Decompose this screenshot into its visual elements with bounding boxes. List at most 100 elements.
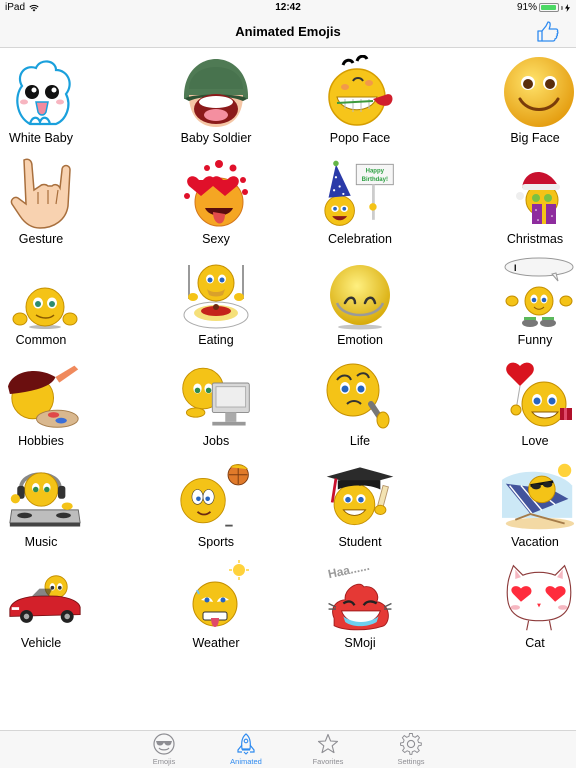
tab-label: Emojis [152,757,176,766]
status-time: 12:42 [275,2,301,13]
tab-animated[interactable]: Animated [216,733,276,768]
category-label: Eating [198,333,234,347]
category-life[interactable]: Life [288,351,432,452]
category-baby-soldier[interactable]: Baby Soldier [144,48,288,149]
star-icon [317,733,339,754]
tab-favorites[interactable]: Favorites [298,733,358,768]
category-label: Love [521,434,549,448]
category-funny[interactable]: I Funny [432,250,576,351]
gesture-icon [8,156,82,230]
category-christmas[interactable]: Christmas [432,149,576,250]
sunglasses-face-icon [153,733,175,755]
funny-icon: I [502,257,576,331]
like-button[interactable] [536,20,560,44]
category-sexy[interactable]: Sexy [144,149,288,250]
battery-fill [541,5,556,10]
category-common[interactable]: Common [0,250,144,351]
sexy-icon [179,156,253,230]
category-label: SMoji [344,636,376,650]
category-label: Jobs [202,434,230,448]
category-label: Life [349,434,371,448]
category-white-baby[interactable]: White Baby [0,48,144,149]
category-vehicle[interactable]: Vehicle [0,553,144,654]
life-icon [323,358,397,432]
category-cat[interactable]: Cat [432,553,576,654]
music-icon [8,459,82,533]
sign-text-line1: Happy [366,169,385,175]
emotion-icon [323,257,397,331]
navigation-bar: Animated Emojis [0,16,576,48]
category-sports[interactable]: Sports [144,452,288,553]
common-icon [8,257,82,331]
big-face-icon [502,55,576,129]
tab-bar: Emojis Animated Favorites Settings [0,730,576,768]
gear-icon [400,733,422,755]
category-label: Big Face [510,131,560,145]
category-label: Hobbies [18,434,64,448]
category-label: Emotion [337,333,383,347]
celebration-icon: Happy Birthday! [323,156,397,230]
category-label: Vehicle [20,636,62,650]
thumbs-up-icon [537,21,559,42]
category-celebration[interactable]: Happy Birthday! Celebration [288,149,432,250]
category-music[interactable]: Music [0,452,144,553]
tab-emojis[interactable]: Emojis [134,733,194,768]
rocket-icon [237,733,255,755]
battery-tip [561,5,563,10]
category-label: Gesture [18,232,64,246]
popo-face-icon [323,55,397,129]
white-baby-icon [8,55,82,129]
sports-icon [179,459,253,533]
category-label: Christmas [506,232,564,246]
category-label: Music [24,535,58,549]
vehicle-icon [8,560,82,634]
category-popo-face[interactable]: Popo Face [288,48,432,149]
category-label: Baby Soldier [180,131,252,145]
category-smoji[interactable]: Haa...... SMoji [288,553,432,654]
jobs-icon [179,358,253,432]
category-student[interactable]: Student [288,452,432,553]
hobbies-icon [8,358,82,432]
tab-label: Favorites [312,757,344,766]
category-big-face[interactable]: Big Face [432,48,576,149]
christmas-icon [502,156,576,230]
smoji-caption: Haa...... [327,560,371,581]
category-label: Student [338,535,382,549]
speech-bubble-text: I [514,263,517,273]
category-label: Celebration [328,232,392,246]
category-label: Cat [525,636,545,650]
category-grid: White Baby Baby Soldier Popo Face Big Fa… [0,48,576,730]
category-hobbies[interactable]: Hobbies [0,351,144,452]
category-label: White Baby [9,131,73,145]
category-label: Common [15,333,67,347]
battery-icon [539,3,559,12]
page-title: Animated Emojis [235,24,341,39]
category-label: Vacation [511,535,559,549]
category-eating[interactable]: Eating [144,250,288,351]
tab-label: Animated [230,757,262,766]
cat-icon [502,560,576,634]
category-vacation[interactable]: Vacation [432,452,576,553]
category-love[interactable]: Love [432,351,576,452]
category-label: Popo Face [329,131,391,145]
category-gesture[interactable]: Gesture [0,149,144,250]
category-weather[interactable]: Weather [144,553,288,654]
category-label: Weather [192,636,240,650]
eating-icon [179,257,253,331]
status-right: 91% [517,2,570,13]
category-label: Sexy [202,232,230,246]
tab-settings[interactable]: Settings [381,733,441,768]
student-icon [323,459,397,533]
status-bar: iPad 12:42 91% [0,0,576,16]
love-icon [502,358,576,432]
category-jobs[interactable]: Jobs [144,351,288,452]
sign-text-line2: Birthday! [362,177,388,183]
baby-soldier-icon [179,55,253,129]
category-label: Funny [517,333,553,347]
category-emotion[interactable]: Emotion [288,250,432,351]
charging-bolt-icon [565,3,570,12]
battery-percent: 91% [516,2,537,13]
tab-label: Settings [397,757,425,766]
vacation-icon [502,459,576,533]
smoji-icon: Haa...... [323,560,397,634]
